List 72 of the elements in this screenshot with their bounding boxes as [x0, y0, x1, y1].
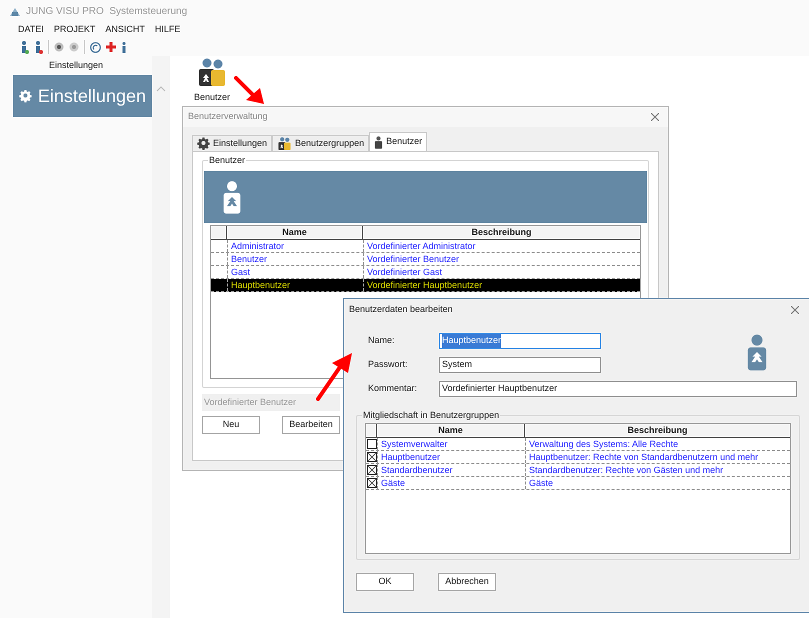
close-icon[interactable]: [791, 306, 799, 314]
disc-icon[interactable]: [54, 42, 64, 52]
launcher-item[interactable]: Benutzer: [192, 58, 232, 104]
table-cell: Gäste: [525, 477, 790, 489]
input-field[interactable]: System: [439, 357, 601, 373]
plus-icon[interactable]: [106, 42, 116, 52]
status-field: Vordefinierter Benutzer: [202, 394, 340, 411]
group-title: Mitgliedschaft in Benutzergruppen: [362, 410, 500, 421]
menu-item[interactable]: DATEI: [18, 23, 44, 37]
input-field[interactable]: Hauptbenutzer: [439, 333, 601, 349]
dialog-title: Benutzerverwaltung: [188, 110, 268, 124]
dialog-button[interactable]: Bearbeiten: [282, 416, 340, 434]
checkbox[interactable]: [366, 439, 376, 449]
window-title: JUNG VISU PRO Systemsteuerung: [26, 4, 188, 18]
column-header[interactable]: Name: [377, 424, 525, 437]
field-label: Kommentar:: [368, 382, 418, 396]
tab[interactable]: Benutzer: [369, 132, 428, 151]
checkbox[interactable]: [366, 452, 376, 462]
panel-header: Einstellungen: [48, 59, 104, 72]
table-cell: Administrator: [227, 240, 363, 252]
person-cross-icon[interactable]: [34, 40, 43, 54]
dialog-button[interactable]: Abbrechen: [438, 573, 496, 591]
table-cell: Benutzer: [227, 253, 363, 265]
table-cell: Gäste: [377, 477, 525, 489]
table-cell: Vordefinierter Hauptbenutzer: [363, 279, 640, 291]
field-label: Passwort:: [368, 358, 409, 372]
tab[interactable]: Benutzergruppen: [272, 135, 370, 151]
table-row[interactable]: Benutzer Vordefinierter Benutzer: [211, 253, 640, 266]
input-field[interactable]: Vordefinierter Hauptbenutzer: [439, 381, 797, 397]
column-header[interactable]: Beschreibung: [525, 424, 790, 437]
dialog-button[interactable]: OK: [356, 573, 414, 591]
sidebar-item[interactable]: Einstellungen: [13, 75, 152, 117]
user-icon: [746, 333, 768, 371]
column-header[interactable]: Beschreibung: [363, 226, 640, 239]
table-cell: Verwaltung des Systems: Alle Rechte: [525, 438, 790, 450]
annotation-arrow: [234, 76, 265, 105]
gear-icon: [197, 137, 210, 150]
person-check-icon[interactable]: [20, 40, 29, 54]
tab[interactable]: Einstellungen: [192, 135, 272, 151]
person-icon: [374, 136, 384, 148]
close-icon[interactable]: [651, 113, 659, 121]
table-cell: Vordefinierter Administrator: [363, 240, 640, 252]
table-row[interactable]: Systemverwalter Verwaltung des Systems: Alle Rechte: [366, 438, 790, 451]
table-row[interactable]: Administrator Vordefinierter Administrator: [211, 240, 640, 253]
table-cell: Systemverwalter: [377, 438, 525, 450]
copyright-icon[interactable]: [90, 42, 101, 52]
table-cell: Standardbenutzer: [377, 464, 525, 476]
dialog-title: Benutzerdaten bearbeiten: [349, 303, 453, 316]
dialog-button[interactable]: Neu: [202, 416, 260, 434]
user-icon: [222, 180, 242, 214]
menu-item[interactable]: HILFE: [154, 23, 180, 37]
table-cell: Hauptbenutzer: [227, 279, 363, 291]
table-cell: Hauptbenutzer: Rechte von Standardbenutzern und mehr: [525, 451, 790, 463]
annotation-arrow: [316, 352, 353, 402]
column-header[interactable]: Name: [227, 226, 363, 239]
table-row[interactable]: Gäste Gäste: [366, 477, 790, 490]
table-cell: Hauptbenutzer: [377, 451, 525, 463]
table-cell: Standardbenutzer: Rechte von Gästen und mehr: [525, 464, 790, 476]
menu-item[interactable]: ANSICHT: [105, 23, 145, 37]
info-icon[interactable]: [121, 42, 127, 52]
checkbox[interactable]: [366, 465, 376, 475]
group-title: Benutzer: [208, 155, 246, 166]
table-row[interactable]: Hauptbenutzer Vordefinierter Hauptbenutzer: [211, 279, 640, 292]
menu-item[interactable]: PROJEKT: [54, 23, 96, 37]
table-row[interactable]: Hauptbenutzer Hauptbenutzer: Rechte von Standardbenutzern und mehr: [366, 451, 790, 464]
table-row[interactable]: Standardbenutzer Standardbenutzer: Rechte von Gästen und mehr: [366, 464, 790, 477]
checkbox[interactable]: [366, 478, 376, 488]
table-cell: Gast: [227, 266, 363, 278]
table-cell: Vordefinierter Benutzer: [363, 253, 640, 265]
field-label: Name:: [368, 334, 396, 348]
table-cell: Vordefinierter Gast: [363, 266, 640, 278]
app-logo-icon: [9, 6, 21, 16]
